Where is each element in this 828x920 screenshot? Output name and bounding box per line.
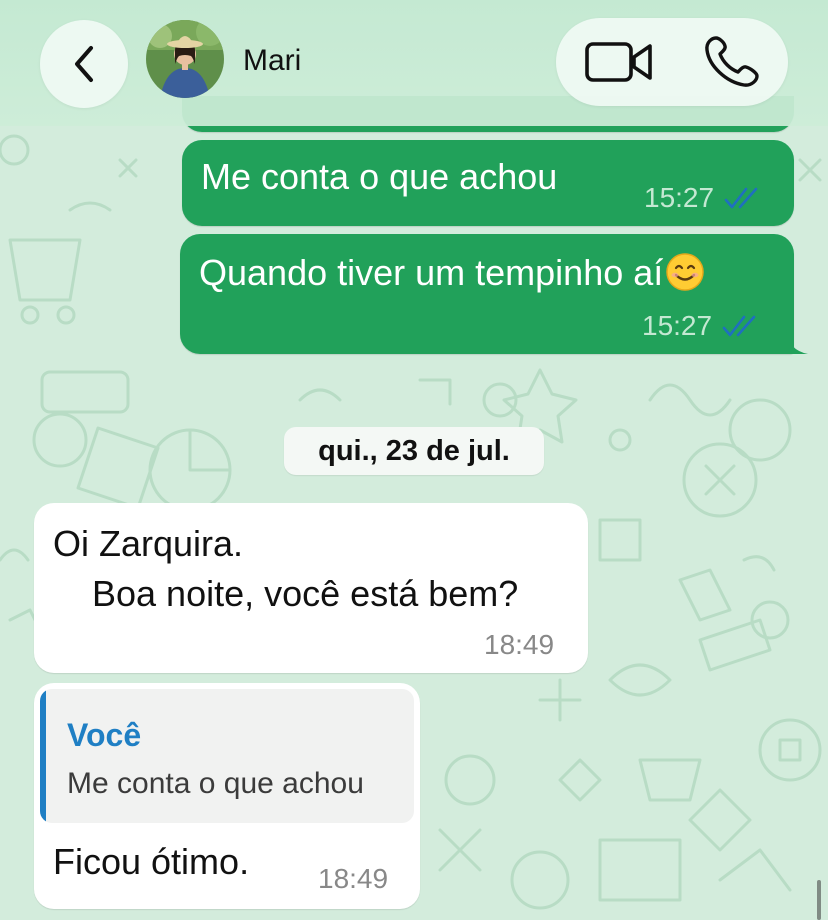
outgoing-message[interactable]: Me conta o que achou 15:27 bbox=[182, 140, 794, 226]
message-meta: 18:49 bbox=[318, 863, 388, 895]
outgoing-message[interactable]: Quando tiver um tempinho aí 15:27 bbox=[180, 234, 794, 354]
message-meta: 18:49 bbox=[484, 629, 554, 661]
smiling-face-icon bbox=[666, 253, 705, 291]
contact-name[interactable]: Mari bbox=[243, 44, 301, 78]
back-button[interactable] bbox=[40, 20, 128, 108]
quoted-message[interactable]: Você Me conta o que achou bbox=[40, 689, 414, 823]
message-meta: 15:27 bbox=[644, 182, 764, 214]
message-time: 18:49 bbox=[484, 629, 555, 660]
date-separator: qui., 23 de jul. bbox=[284, 427, 544, 475]
avatar[interactable] bbox=[146, 20, 224, 98]
message-text: Ficou ótimo. bbox=[53, 841, 250, 882]
call-actions bbox=[556, 18, 788, 106]
message-meta: 15:27 bbox=[642, 310, 762, 342]
quote-text: Me conta o que achou bbox=[67, 767, 364, 800]
double-check-icon bbox=[722, 315, 756, 337]
message-text-line: Boa noite, você está bem? bbox=[92, 573, 519, 614]
message-time: 15:27 bbox=[642, 310, 713, 341]
chat-header: Mari bbox=[0, 0, 828, 126]
message-text: Quando tiver um tempinho aí bbox=[199, 252, 705, 294]
phone-icon[interactable] bbox=[702, 34, 762, 90]
quote-accent-bar bbox=[40, 689, 46, 823]
message-time: 15:27 bbox=[644, 182, 715, 213]
message-text-line: Oi Zarquira. bbox=[53, 523, 244, 564]
contact-photo bbox=[146, 20, 224, 98]
message-time: 18:49 bbox=[318, 863, 389, 894]
double-check-icon bbox=[724, 187, 758, 209]
scrollbar[interactable] bbox=[817, 880, 821, 920]
incoming-reply-message[interactable]: Você Me conta o que achou Ficou ótimo. 1… bbox=[34, 683, 420, 909]
quote-author: Você bbox=[67, 717, 142, 753]
incoming-message[interactable]: Oi Zarquira. Boa noite, você está bem? 1… bbox=[34, 503, 588, 673]
chevron-left-icon bbox=[75, 46, 93, 82]
message-text-content: Quando tiver um tempinho aí bbox=[199, 252, 664, 293]
bubble-tail bbox=[786, 330, 808, 354]
video-camera-icon[interactable] bbox=[584, 38, 654, 86]
message-list[interactable]: Me conta o que achou 15:27 Quando tiver … bbox=[0, 0, 828, 920]
message-text: Me conta o que achou bbox=[201, 156, 558, 197]
